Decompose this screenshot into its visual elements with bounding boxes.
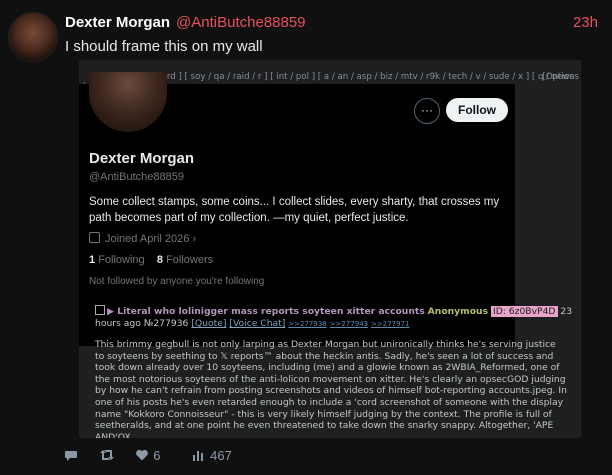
retweet-icon <box>99 450 114 461</box>
profile-follow-counts: 1 Following 8 Followers <box>89 254 213 266</box>
view-count: 467 <box>210 447 232 463</box>
views-button[interactable]: 467 <box>192 447 246 463</box>
following-label: Following <box>98 254 145 266</box>
voice-chat-link: [Voice Chat] <box>229 318 286 329</box>
post-checkbox <box>95 305 105 315</box>
reply-icon <box>65 451 77 462</box>
author-avatar[interactable] <box>8 12 58 62</box>
joined-text: Joined April 2026 <box>105 233 190 245</box>
post-subject: ▶ Literal who lolinigger mass reports so… <box>107 306 425 317</box>
quote-link: [Quote] <box>191 318 227 329</box>
post-author: Anonymous <box>427 306 489 317</box>
calendar-icon <box>89 232 100 243</box>
follow-button: Follow <box>446 98 508 122</box>
reply-link: >>277943 <box>329 320 369 328</box>
embedded-screenshot[interactable]: [ home / overboard ] [ soy / qa / raid /… <box>79 60 581 438</box>
reply-link: >>277971 <box>371 320 410 328</box>
more-options-button: ··· <box>414 98 440 124</box>
retweet-button[interactable] <box>99 447 118 462</box>
views-chart-icon <box>193 450 204 461</box>
followers-label: Followers <box>166 254 214 266</box>
tweet-actions: 6 467 <box>64 446 260 466</box>
followers-count: 8 <box>156 254 164 266</box>
tweet-text: I should frame this on my wall <box>65 38 263 55</box>
like-button[interactable]: 6 <box>135 447 174 463</box>
post-header: ▶ Literal who lolinigger mass reports so… <box>95 305 575 330</box>
profile-bio: Some collect stamps, some coins... I col… <box>89 196 500 224</box>
reply-button[interactable] <box>64 447 82 462</box>
tweet-header: Dexter Morgan @AntiButche88859 23h <box>65 14 598 34</box>
author-name[interactable]: Dexter Morgan <box>65 14 170 31</box>
options-link: [Options <box>542 72 579 82</box>
not-followed-note: Not followed by anyone you're following <box>89 276 265 287</box>
post-number: №277936 <box>143 318 189 329</box>
post-id: ID: 6z0BvP4D <box>490 306 558 317</box>
tweet-time[interactable]: 23h <box>573 14 598 31</box>
heart-icon <box>136 449 149 461</box>
profile-joined: Joined April 2026 › <box>89 232 196 245</box>
profile-name: Dexter Morgan <box>89 150 195 167</box>
profile-picture <box>89 72 167 132</box>
chevron-right-icon: › <box>192 233 197 245</box>
reply-link: >>277938 <box>288 320 327 328</box>
author-handle[interactable]: @AntiButche88859 <box>176 14 306 31</box>
profile-handle: @AntiButche88859 <box>89 171 184 183</box>
like-count: 6 <box>153 447 161 463</box>
following-count: 1 <box>89 254 96 266</box>
post-body: This brimmy gegbull is not only larping … <box>95 339 567 438</box>
